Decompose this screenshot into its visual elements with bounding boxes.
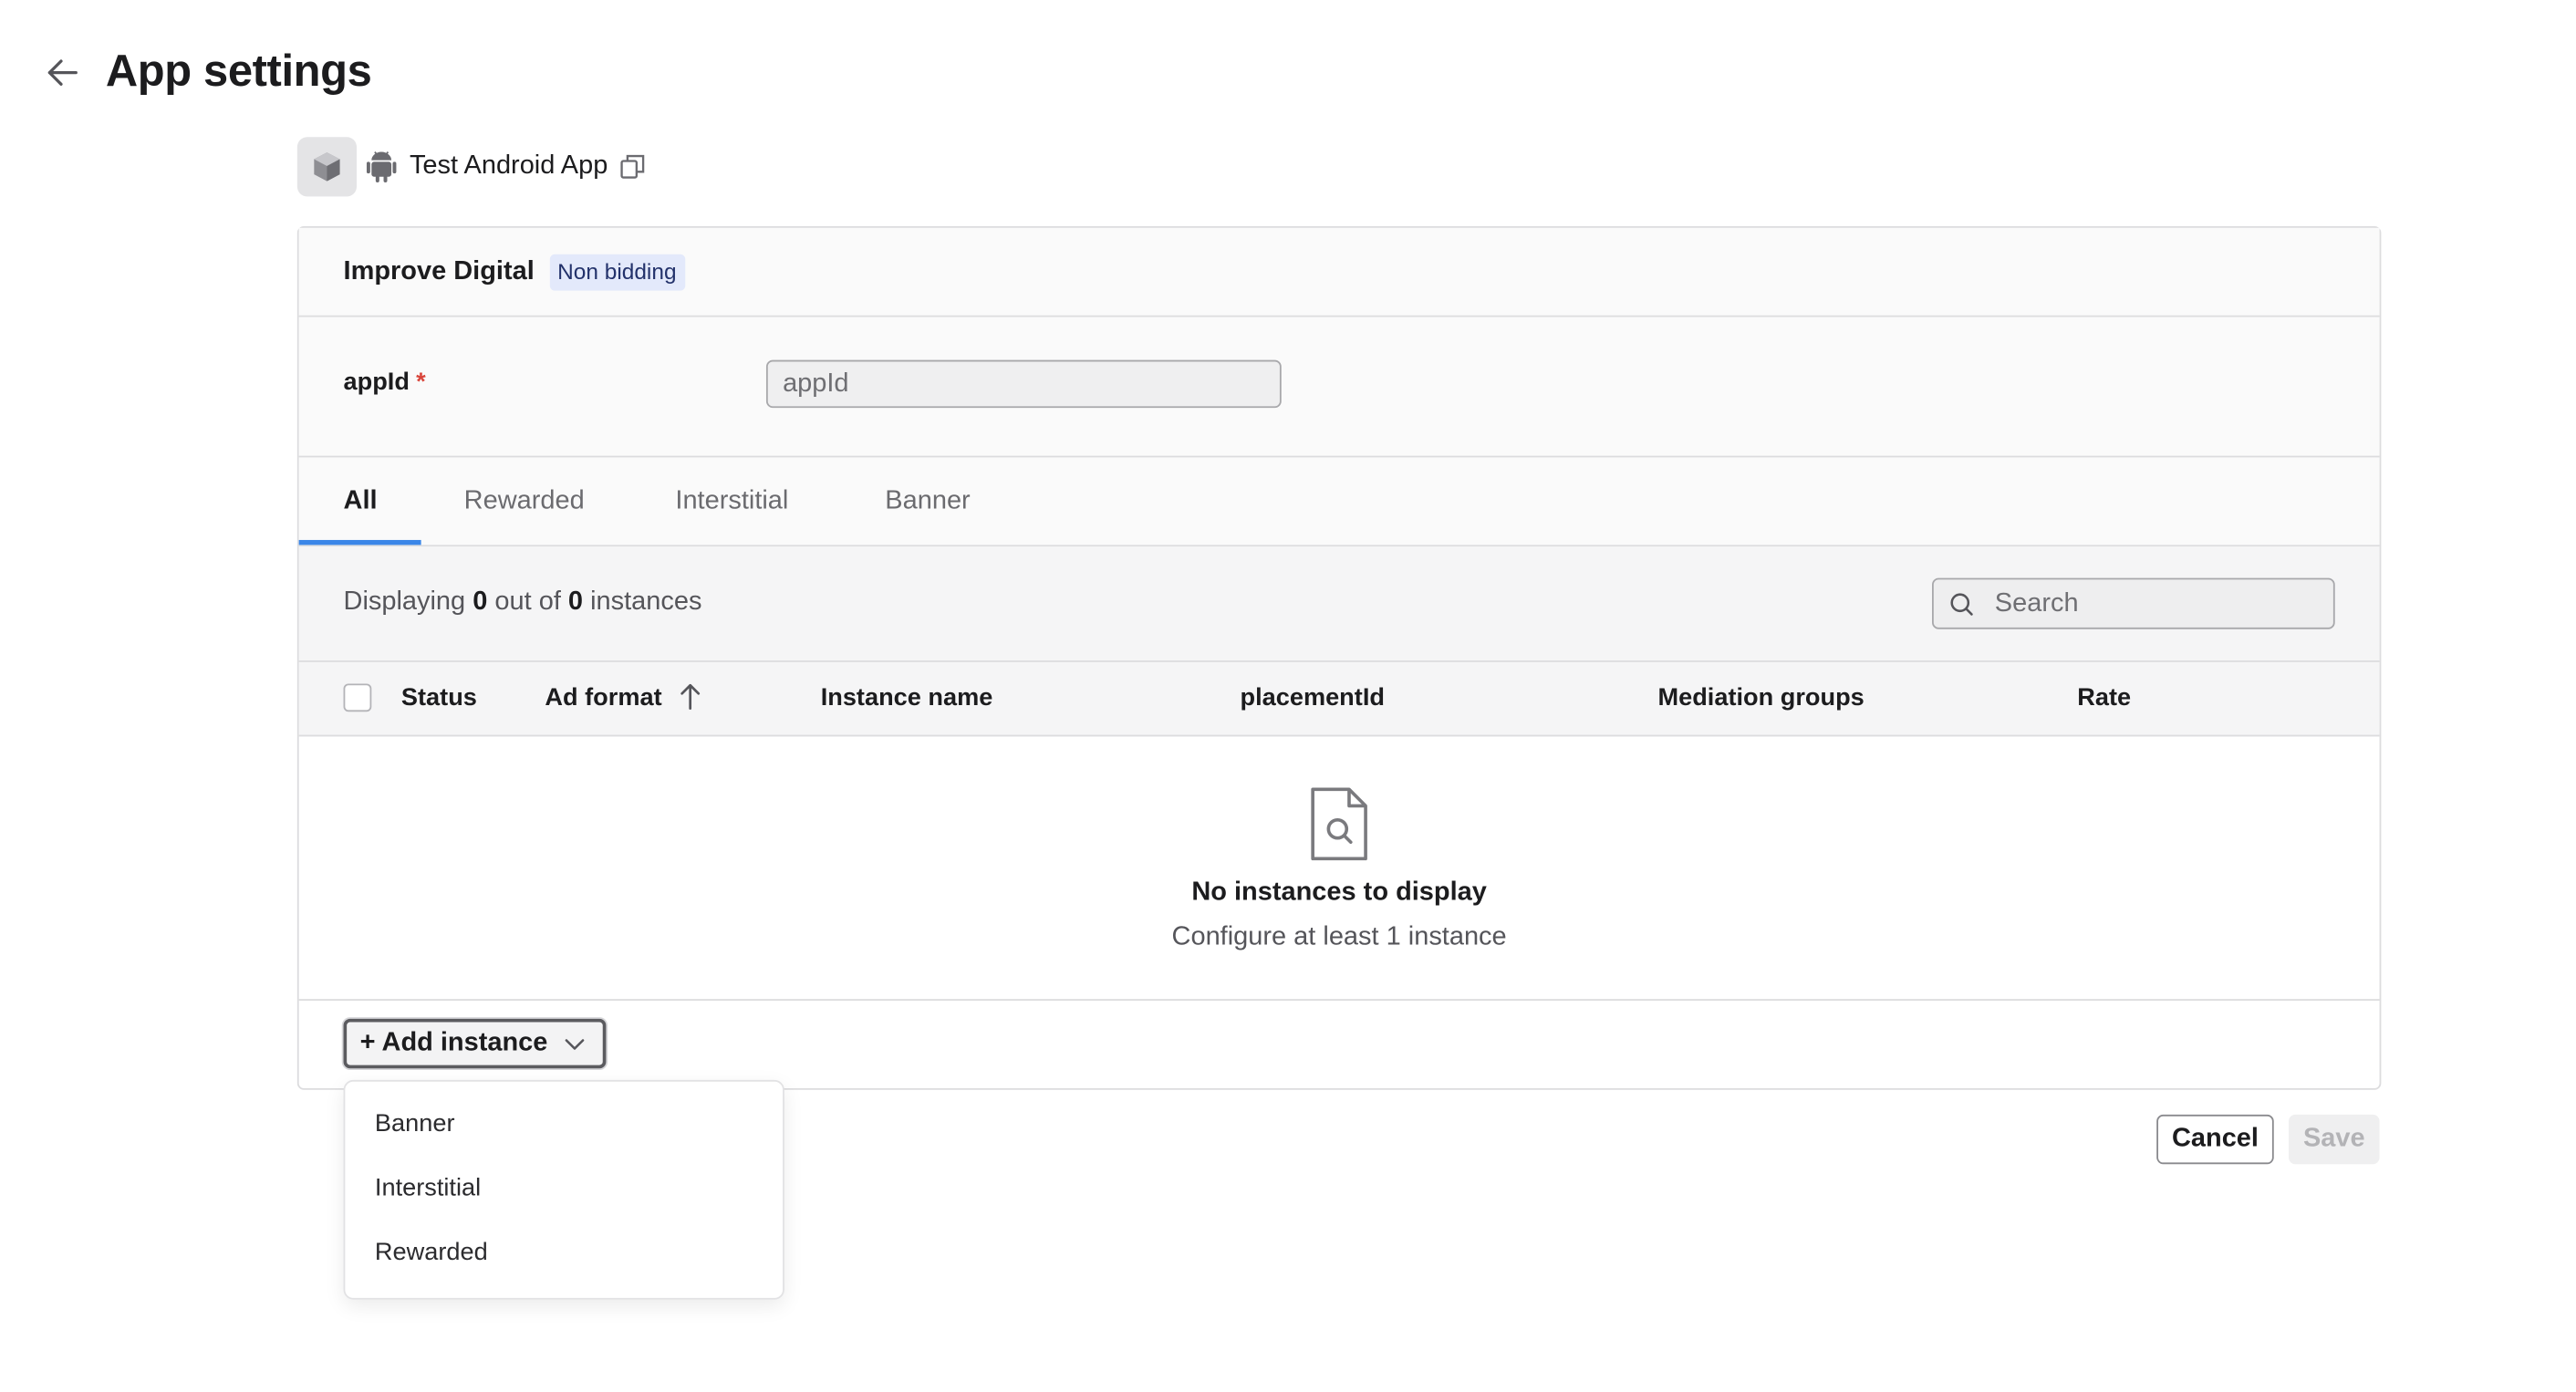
back-arrow-icon[interactable] [39,49,86,96]
android-icon [366,151,397,183]
add-instance-button[interactable]: + Add instance [343,1018,607,1069]
column-ad-format[interactable]: Ad format [545,662,701,735]
tab-all[interactable]: All [344,457,378,545]
appid-field-row: appId * [298,317,2380,458]
app-avatar [296,137,358,197]
menu-item-banner[interactable]: Banner [375,1109,455,1137]
active-tab-indicator [298,539,421,545]
sort-ascending-icon [680,683,701,710]
display-prefix: Displaying [343,587,466,617]
bidding-badge: Non bidding [549,253,685,290]
required-marker: * [416,368,426,397]
appid-input[interactable] [765,359,1282,409]
ad-format-tabs: All Rewarded Interstitial Banner [298,457,2380,547]
network-card: Improve Digital Non bidding appId* All R… [296,226,2382,1090]
column-ad-format-label: Ad format [545,683,662,712]
instance-count-text: Displaying 0 out of 0 instances [344,587,702,618]
chevron-down-icon [563,1035,586,1052]
tab-interstitial[interactable]: Interstitial [675,457,788,545]
search-input[interactable] [1991,587,2312,620]
display-mid: out of [494,587,561,617]
menu-item-interstitial[interactable]: Interstitial [375,1174,481,1202]
tab-rewarded[interactable]: Rewarded [464,457,585,545]
empty-state: No instances to display Configure at lea… [298,736,2380,1002]
copy-icon[interactable] [618,152,648,182]
appid-label-text: appId [343,368,410,397]
app-name: Test Android App [409,151,608,181]
column-placement-id[interactable]: placementId [1241,662,1385,735]
column-status[interactable]: Status [401,662,477,735]
column-mediation-groups[interactable]: Mediation groups [1658,662,1864,735]
network-header: Improve Digital Non bidding [298,227,2380,317]
add-instance-menu: Banner Interstitial Rewarded [343,1079,784,1300]
cube-icon [314,152,340,182]
column-rate[interactable]: Rate [2077,662,2131,735]
select-all-checkbox[interactable] [343,683,372,712]
page-title: App settings [105,46,372,96]
page: App settings Test Android App Improve Di… [0,0,2576,1387]
shown-count: 0 [473,587,488,617]
instances-toolbar: Displaying 0 out of 0 instances [298,546,2380,662]
table-header: Status Ad format Instance name placement… [298,661,2380,737]
empty-subtitle: Configure at least 1 instance [1171,922,1507,951]
add-instance-label: + Add instance [359,1028,548,1057]
document-search-icon [1311,787,1367,861]
display-suffix: instances [590,587,702,617]
menu-item-rewarded[interactable]: Rewarded [375,1239,488,1267]
total-count: 0 [567,587,584,617]
cancel-button[interactable]: Cancel [2156,1114,2274,1165]
appid-label: appId * [344,369,426,397]
column-instance-name[interactable]: Instance name [821,662,993,735]
network-name: Improve Digital [343,256,535,286]
search-box [1932,577,2335,629]
save-button[interactable]: Save [2289,1114,2380,1165]
search-icon [1948,588,1979,618]
app-header: Test Android App [296,137,648,197]
tab-banner[interactable]: Banner [885,457,970,545]
empty-title: No instances to display [1191,878,1487,907]
